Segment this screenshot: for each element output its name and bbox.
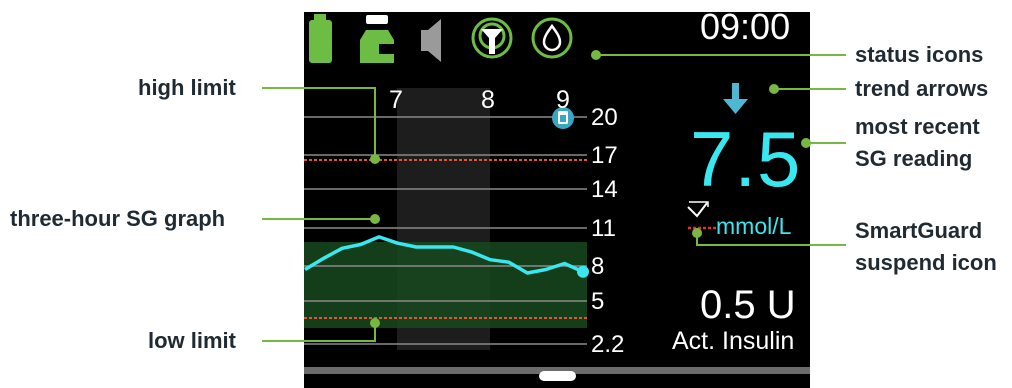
clock-time: 09:00: [700, 6, 791, 47]
time-label-7: 7: [389, 86, 403, 114]
y-label-5: 5: [591, 288, 605, 315]
y-label-8: 8: [591, 253, 605, 280]
y-label-2-2: 2.2: [591, 331, 625, 358]
callout-smartguard-line1: SmartGuard: [855, 218, 983, 243]
y-label-17: 17: [591, 142, 618, 169]
active-insulin-label: Act. Insulin: [672, 327, 795, 355]
active-insulin-amount: 0.5 U: [700, 283, 796, 327]
callout-low-limit: low limit: [148, 328, 236, 353]
callout-recent-sg-line1: most recent: [855, 114, 980, 139]
y-label-11: 11: [591, 215, 616, 242]
callout-recent-sg-line2: SG reading: [855, 146, 973, 171]
home-indicator-button[interactable]: [539, 371, 576, 381]
callout-smartguard-line2: suspend icon: [855, 250, 997, 275]
callout-trend-arrows: trend arrows: [855, 76, 989, 101]
sg-units-label: mmol/L: [716, 213, 792, 239]
time-label-8: 8: [481, 86, 495, 114]
sg-reading-value: 7.5: [690, 115, 802, 203]
y-label-14: 14: [591, 176, 618, 203]
time-label-9: 9: [556, 86, 570, 114]
callout-status-icons: status icons: [855, 42, 984, 67]
callout-high-limit: high limit: [138, 75, 236, 100]
y-label-20: 20: [591, 104, 618, 131]
callout-sg-graph: three-hour SG graph: [10, 206, 226, 231]
